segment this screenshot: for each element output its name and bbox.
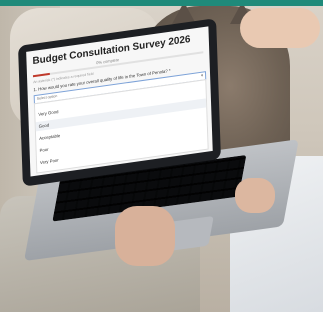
background-photo: Budget Consultation Survey 2026 0% compl… <box>0 6 323 312</box>
progress-fill <box>32 72 51 78</box>
survey-page: Budget Consultation Survey 2026 0% compl… <box>26 26 213 177</box>
laptop-screen: Budget Consultation Survey 2026 0% compl… <box>18 18 221 187</box>
photo-frame: Budget Consultation Survey 2026 0% compl… <box>0 0 323 312</box>
hand-typing <box>115 206 175 266</box>
hand-resting <box>235 178 275 213</box>
chevron-down-icon: ▾ <box>201 72 204 78</box>
hand-petting-cat <box>240 8 320 48</box>
